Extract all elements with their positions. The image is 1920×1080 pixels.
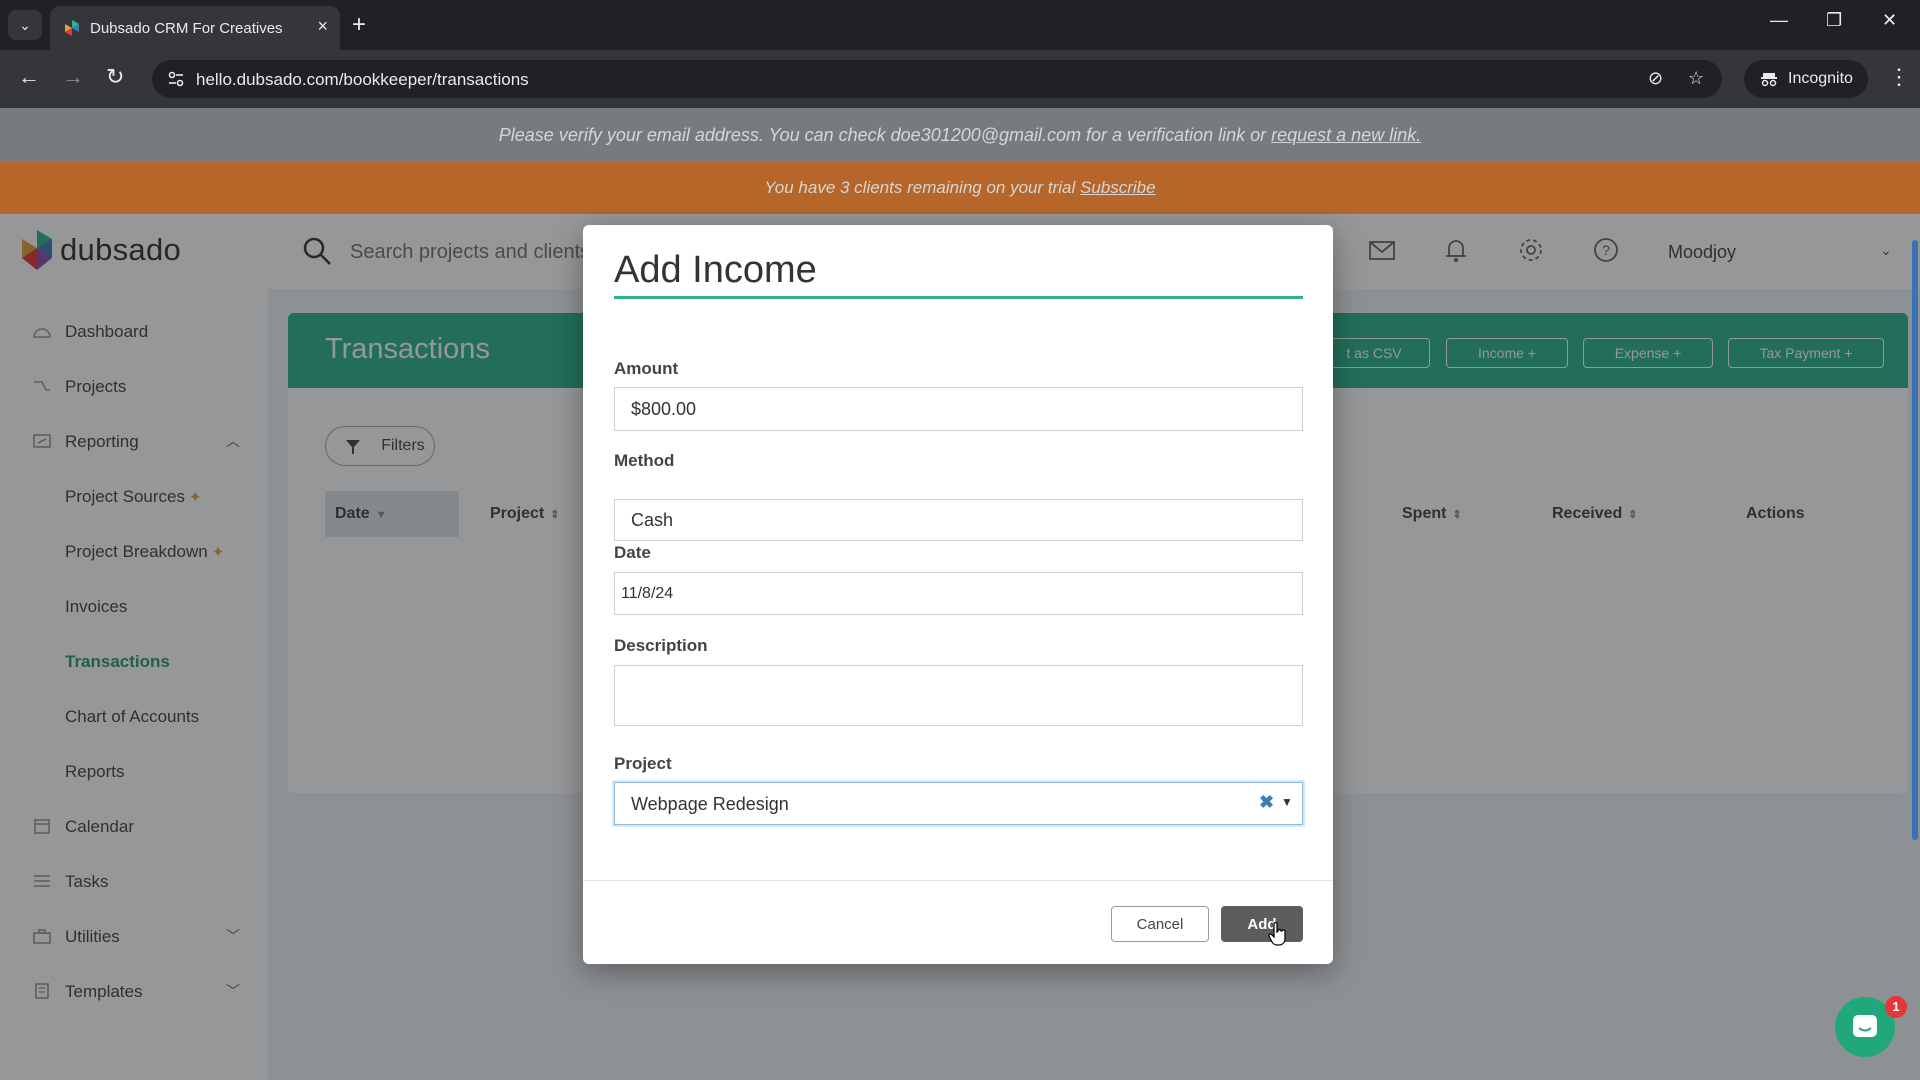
hand-cursor-icon [1268, 922, 1286, 946]
chat-notification-badge: 1 [1885, 996, 1907, 1018]
add-income-modal: Add Income Amount Method Date Descriptio… [583, 225, 1333, 964]
date-label: Date [614, 543, 651, 562]
window-close-icon[interactable]: ✕ [1882, 10, 1897, 31]
incognito-icon [1761, 73, 1777, 87]
browser-tab-bar: ⌄ Dubsado CRM For Creatives × + — ❐ ✕ [0, 0, 1920, 50]
description-label: Description [614, 636, 708, 655]
method-field[interactable] [614, 499, 1303, 541]
forward-arrow-icon[interactable]: → [62, 64, 84, 90]
caret-down-icon[interactable]: ▼ [1281, 795, 1293, 809]
amount-label: Amount [614, 359, 679, 378]
tab-title: Dubsado CRM For Creatives [90, 20, 283, 37]
cancel-button[interactable]: Cancel [1111, 906, 1209, 942]
method-label: Method [614, 451, 675, 470]
new-tab-icon[interactable]: + [352, 10, 366, 40]
project-select-value: Webpage Redesign [631, 794, 789, 814]
minimize-icon[interactable]: — [1770, 10, 1788, 31]
url-text: hello.dubsado.com/bookkeeper/transaction… [196, 70, 529, 89]
omnibox[interactable]: hello.dubsado.com/bookkeeper/transaction… [152, 60, 1722, 98]
eye-off-icon[interactable]: ⊘ [1648, 68, 1663, 89]
dubsado-favicon-icon [65, 20, 79, 36]
reload-icon[interactable]: ↻ [106, 64, 124, 90]
incognito-label: Incognito [1788, 70, 1853, 87]
browser-tab[interactable]: Dubsado CRM For Creatives × [50, 6, 340, 50]
add-button[interactable]: Add [1221, 906, 1303, 942]
project-label: Project [614, 754, 672, 773]
project-select[interactable]: Webpage Redesign ✖ ▼ [614, 782, 1303, 825]
back-arrow-icon[interactable]: ← [18, 64, 40, 90]
modal-title-underline [614, 296, 1303, 299]
browser-menu-icon[interactable]: ⋮ [1888, 64, 1910, 90]
tab-search-button[interactable]: ⌄ [8, 10, 42, 40]
bookmark-star-icon[interactable]: ☆ [1688, 68, 1704, 89]
date-field[interactable] [614, 572, 1303, 615]
description-field[interactable] [614, 665, 1303, 726]
site-info-icon[interactable] [166, 69, 186, 89]
restore-icon[interactable]: ❐ [1826, 10, 1842, 31]
tab-close-icon[interactable]: × [317, 16, 328, 37]
address-bar: ← → ↻ hello.dubsado.com/bookkeeper/trans… [0, 50, 1920, 108]
clear-selection-icon[interactable]: ✖ [1259, 792, 1274, 813]
amount-field[interactable] [614, 387, 1303, 431]
modal-footer-divider [583, 880, 1333, 881]
chat-icon [1853, 1015, 1877, 1037]
scrollbar[interactable] [1912, 240, 1918, 840]
banner-dim-overlay [0, 108, 1920, 214]
modal-title: Add Income [614, 249, 817, 291]
incognito-badge[interactable]: Incognito [1744, 60, 1868, 98]
